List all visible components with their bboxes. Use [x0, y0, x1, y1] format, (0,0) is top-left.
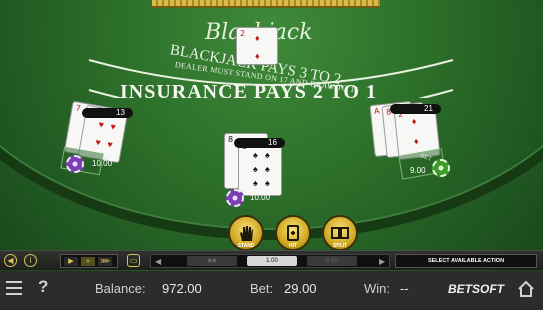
spade-icon: ♠	[265, 150, 270, 160]
bet-amount: 10.00	[92, 159, 113, 168]
hit-label: HIT	[288, 243, 298, 249]
card-rank: 2	[240, 29, 246, 38]
bet-label: Bet:	[250, 281, 274, 296]
card-rank: A	[373, 106, 380, 116]
menu-icon[interactable]	[6, 281, 22, 295]
split-label: SPLIT	[332, 243, 348, 249]
split-cards-icon	[331, 227, 349, 239]
chevron-right-icon[interactable]: ▶	[379, 257, 385, 266]
chip-tray	[152, 0, 380, 8]
speed-selector: ▶ » ⋙	[60, 254, 118, 268]
card-rank: 7	[74, 103, 82, 114]
balance-label: Balance:	[95, 281, 146, 296]
chip-icon	[226, 189, 244, 207]
balance-value: 972.00	[162, 281, 202, 296]
chip-icon	[432, 159, 450, 177]
turbo-play-icon[interactable]: ⋙	[98, 257, 112, 266]
help-icon[interactable]: ?	[38, 277, 48, 297]
chip-option[interactable]: ◆◆	[187, 256, 237, 266]
info-icon[interactable]: i	[24, 254, 37, 267]
win-label: Win:	[364, 281, 390, 296]
play-normal-icon[interactable]: ▶	[64, 257, 78, 266]
hand-score: 13	[82, 108, 133, 118]
brand-logo: BETSOFT	[448, 282, 504, 296]
footer-bar: ? Balance: 972.00 Bet: 29.00 Win: -- BET…	[0, 271, 543, 310]
diamond-icon: ♦	[255, 51, 260, 61]
fast-play-icon[interactable]: »	[81, 257, 95, 266]
spade-icon: ♠	[253, 150, 258, 160]
chat-icon[interactable]: ▭	[127, 254, 140, 267]
heart-icon: ♥	[109, 121, 117, 133]
bet-value: 29.00	[284, 281, 317, 296]
chip-selector: ◀ ◆◆ 1.00 5.00 ▶	[150, 254, 390, 268]
heart-icon: ♥	[97, 119, 105, 130]
heart-icon: ♥	[94, 136, 102, 148]
game-table: Blackjack BLACKJACK PAYS 3 TO 2 DEALER M…	[0, 0, 543, 310]
spade-icon: ♠	[253, 164, 258, 174]
dealer-card: 2 ♦ ♦	[236, 27, 278, 65]
card-rank: 8	[228, 135, 234, 144]
bet-amount: 9.00	[410, 166, 426, 175]
hand-card: 8 ♠ ♠ ♠ ♠ ♠ ♠	[238, 140, 282, 196]
spade-icon: ♠	[253, 178, 258, 188]
stand-label: STAND	[237, 243, 255, 249]
win-value: --	[400, 281, 409, 296]
hand-score: 21	[390, 104, 441, 114]
bet-amount: 10.00	[250, 193, 271, 202]
chevron-left-icon[interactable]: ◀	[155, 257, 161, 266]
spade-icon: ♠	[265, 178, 270, 188]
diamond-icon: ♦	[255, 33, 260, 43]
spade-icon: ♠	[265, 164, 270, 174]
hit-card-icon	[287, 225, 299, 241]
status-message: SELECT AVAILABLE ACTION	[395, 254, 537, 268]
chip-option[interactable]: 5.00	[307, 256, 357, 266]
chip-icon	[66, 155, 84, 173]
insurance-line: INSURANCE PAYS 2 TO 1	[120, 81, 377, 103]
sound-icon[interactable]: ◀	[4, 254, 17, 267]
hand-score: 16	[234, 138, 285, 148]
hand-icon	[240, 226, 253, 241]
chip-option-selected[interactable]: 1.00	[247, 256, 297, 266]
home-icon[interactable]	[517, 280, 535, 298]
heart-icon: ♥	[106, 138, 114, 150]
game-toolbar: ◀ i ▶ » ⋙ ▭ ◀ ◆◆ 1.00 5.00 ▶ SELECT AVAI…	[0, 250, 543, 270]
diamond-icon: ♦	[411, 116, 417, 127]
diamond-icon: ♦	[413, 135, 420, 147]
